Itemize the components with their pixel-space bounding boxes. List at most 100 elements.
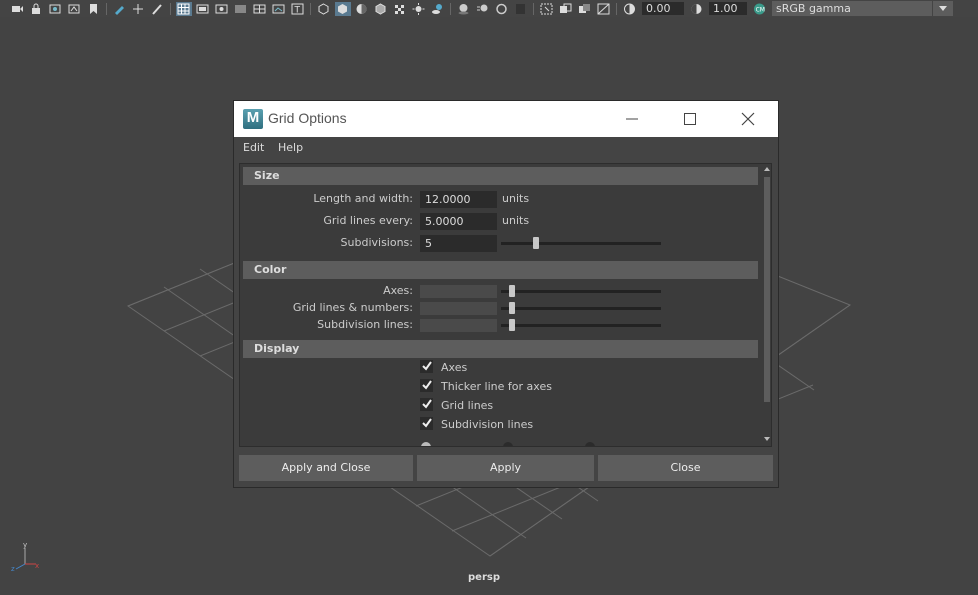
scrollbar-thumb[interactable] [764, 177, 770, 402]
grid-lines-every-label: Grid lines every: [323, 214, 413, 227]
subdivisions-slider-handle[interactable] [533, 237, 540, 249]
maximize-button[interactable] [681, 110, 699, 128]
apply-button[interactable]: Apply [417, 455, 594, 481]
checkmark-icon [422, 380, 432, 390]
display-checkbox[interactable] [420, 417, 433, 430]
grease-pencil-icon[interactable] [150, 2, 166, 16]
axes-color-slider-handle[interactable] [509, 285, 516, 297]
screen-ao-icon[interactable] [456, 2, 472, 16]
color-mgmt-icon[interactable]: CM [752, 2, 768, 16]
axes-color-swatch[interactable] [420, 285, 497, 298]
gridlines-color-slider-handle[interactable] [509, 302, 516, 314]
checkmark-icon [422, 418, 432, 428]
colorspace-dropdown-arrow[interactable] [933, 1, 953, 16]
xray-joints-icon[interactable] [577, 2, 593, 16]
display-checkbox-label[interactable]: Thicker line for axes [441, 380, 552, 393]
safe-action-icon[interactable] [271, 2, 287, 16]
svg-text:CM: CM [756, 6, 765, 13]
title-bar[interactable]: M Grid Options [234, 101, 778, 137]
camera-lock-icon[interactable] [29, 2, 45, 16]
field-chart-icon[interactable] [252, 2, 268, 16]
vertical-scrollbar[interactable] [762, 164, 772, 446]
shadows-icon[interactable] [430, 2, 446, 16]
minimize-icon [626, 118, 638, 120]
colorspace-dropdown[interactable]: sRGB gamma [772, 1, 932, 16]
subdivlines-color-slider[interactable] [501, 319, 661, 331]
length-width-unit: units [502, 192, 530, 205]
display-checkbox[interactable] [420, 398, 433, 411]
radio-button-partial[interactable] [421, 442, 431, 446]
axes-color-label: Axes: [383, 284, 413, 297]
length-width-label: Length and width: [313, 192, 413, 205]
minimize-button[interactable] [623, 110, 641, 128]
maximize-icon [684, 113, 696, 125]
camera-label: persp [468, 572, 500, 583]
wireframe-icon[interactable] [316, 2, 332, 16]
menu-edit[interactable]: Edit [243, 141, 264, 154]
axis-gizmo: y x z [11, 542, 39, 572]
menu-help[interactable]: Help [278, 141, 303, 154]
grid-options-dialog: M Grid Options Edit Help Size Length and… [233, 100, 779, 488]
exposure-field[interactable]: 0.00 [642, 2, 684, 15]
multisample-icon[interactable] [494, 2, 510, 16]
apply-and-close-button[interactable]: Apply and Close [239, 455, 413, 481]
subdivlines-color-slider-handle[interactable] [509, 319, 516, 331]
pencil-icon[interactable] [112, 2, 128, 16]
grid-lines-every-unit: units [502, 214, 530, 227]
grid-lines-every-field[interactable]: 5.0000 [420, 213, 497, 230]
camera-icon[interactable] [10, 2, 26, 16]
radio-button-partial[interactable] [503, 442, 513, 446]
axis-y-label: y [23, 542, 27, 549]
options-scroll-area[interactable]: Size Length and width: 12.0000 units Gri… [239, 163, 772, 447]
textured-icon[interactable] [373, 2, 389, 16]
smooth-shade-icon[interactable] [334, 1, 351, 16]
close-window-button[interactable] [739, 110, 757, 128]
radio-button-partial[interactable] [585, 442, 595, 446]
section-display-header[interactable]: Display [243, 340, 758, 358]
gate-mask-icon[interactable] [233, 2, 249, 16]
section-color-header[interactable]: Color [243, 261, 758, 279]
display-checkbox-label[interactable]: Axes [441, 361, 467, 374]
camera-attr-icon[interactable] [67, 2, 83, 16]
isolate-icon[interactable] [539, 2, 555, 16]
gridlines-color-slider[interactable] [501, 302, 661, 314]
exposure-icon[interactable] [622, 2, 638, 16]
menu-bar: Edit Help [234, 137, 778, 159]
gridlines-color-swatch[interactable] [420, 302, 497, 315]
status-toolbar: T 0.00 1.00 CM sRGB gamma [0, 0, 978, 17]
subdivisions-slider[interactable] [501, 237, 661, 249]
resolution-gate-icon[interactable] [214, 2, 230, 16]
grid-icon[interactable] [175, 1, 192, 16]
pan-zoom-icon[interactable] [131, 2, 147, 16]
close-icon [741, 112, 755, 126]
display-checkbox-label[interactable]: Subdivision lines [441, 418, 533, 431]
close-button[interactable]: Close [598, 455, 773, 481]
display-checkbox-label[interactable]: Grid lines [441, 399, 493, 412]
safe-title-icon[interactable]: T [290, 2, 306, 16]
scroll-down-icon[interactable] [762, 434, 772, 444]
chevron-down-icon [939, 6, 947, 11]
checkmark-icon [422, 399, 432, 409]
motion-blur-icon[interactable] [475, 2, 491, 16]
lights-icon[interactable] [411, 2, 427, 16]
bookmark-icon[interactable] [86, 2, 102, 16]
xray-icon[interactable] [558, 2, 574, 16]
dialog-title: Grid Options [268, 110, 347, 126]
gamma-field[interactable]: 1.00 [709, 2, 747, 15]
xray-active-icon[interactable] [596, 2, 612, 16]
default-material-icon[interactable] [354, 2, 370, 16]
gamma-icon[interactable] [689, 2, 705, 16]
dof-icon[interactable] [513, 2, 529, 16]
image-plane-icon[interactable] [48, 2, 64, 16]
subdivisions-field[interactable]: 5 [420, 235, 497, 252]
checker-icon[interactable] [392, 2, 408, 16]
subdivlines-color-swatch[interactable] [420, 319, 497, 332]
axes-color-slider[interactable] [501, 285, 661, 297]
display-checkbox[interactable] [420, 360, 433, 373]
scroll-up-icon[interactable] [762, 164, 772, 174]
length-width-field[interactable]: 12.0000 [420, 191, 497, 208]
film-gate-icon[interactable] [195, 2, 211, 16]
display-checkbox[interactable] [420, 379, 433, 392]
colorspace-value: sRGB gamma [776, 2, 851, 15]
section-size-header[interactable]: Size [243, 167, 758, 185]
